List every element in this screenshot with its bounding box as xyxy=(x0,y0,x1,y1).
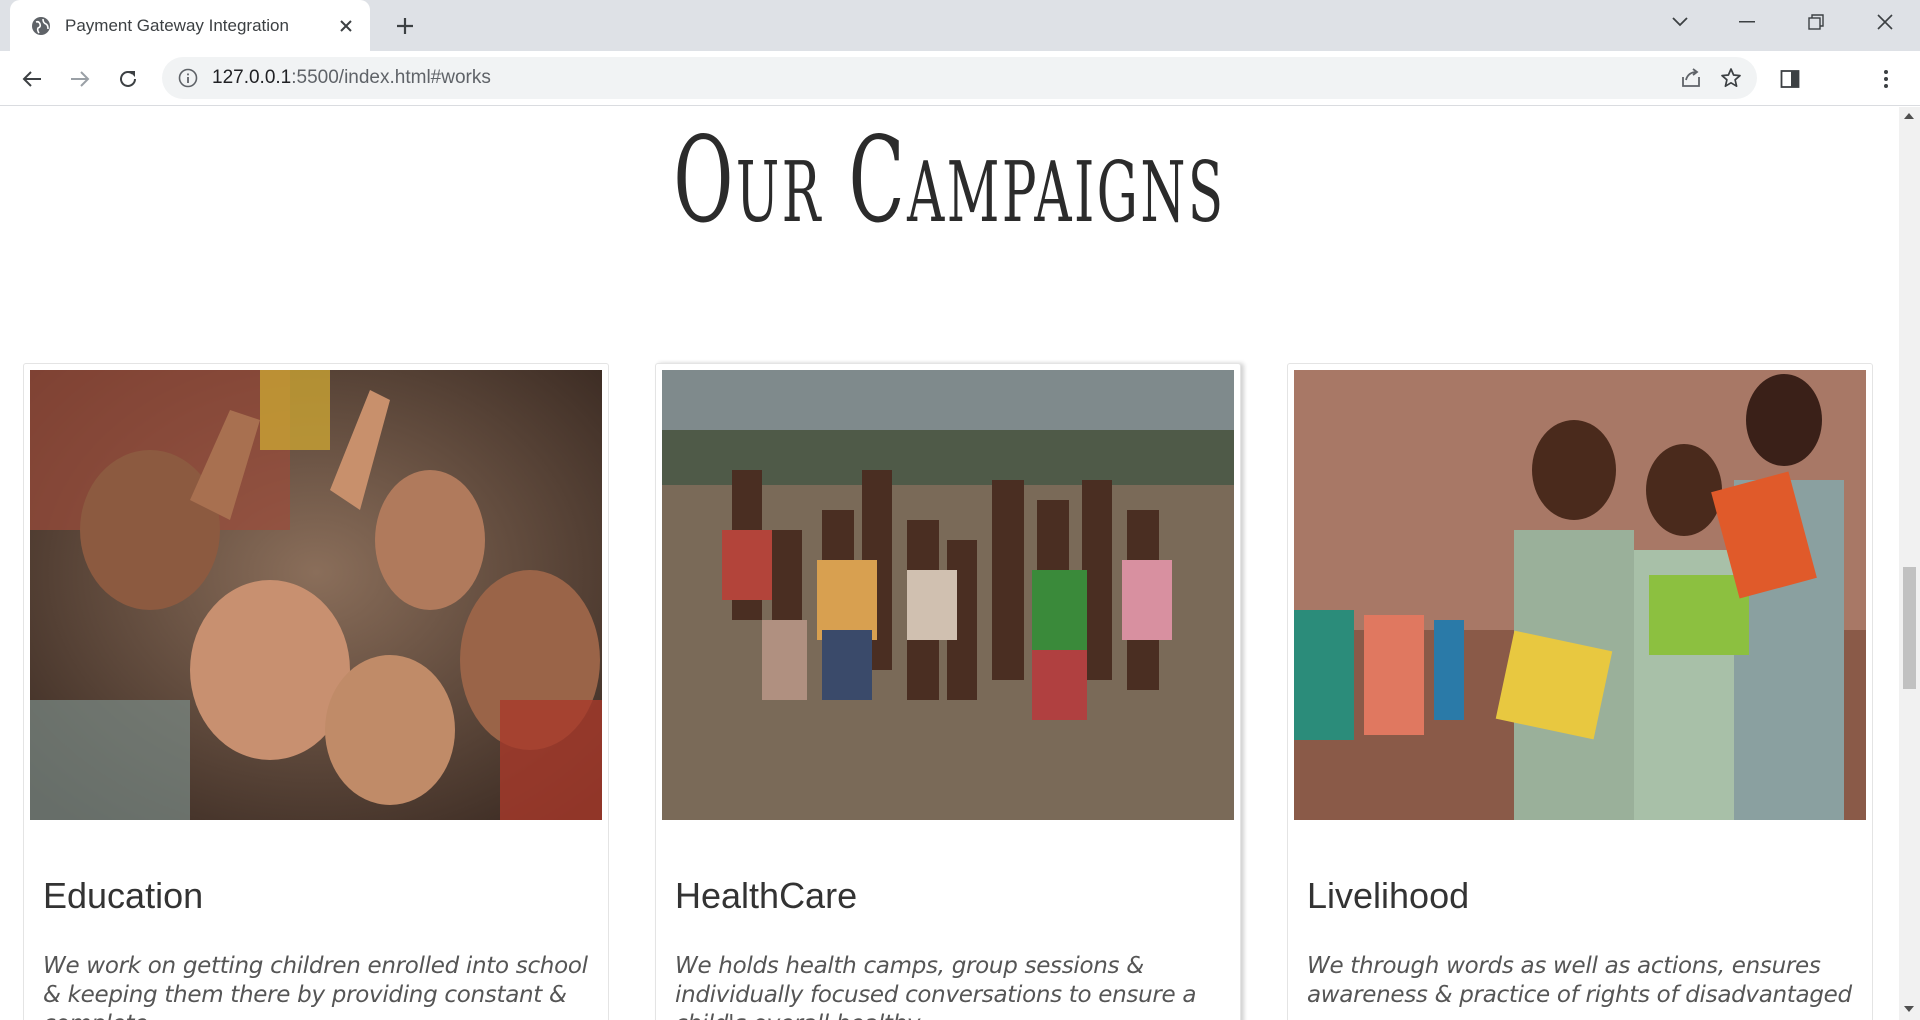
scroll-down-arrow-icon[interactable] xyxy=(1904,1006,1914,1012)
browser-tab[interactable]: Payment Gateway Integration xyxy=(10,0,370,51)
card-title: HealthCare xyxy=(675,875,858,916)
url-text: 127.0.0.1:5500/index.html#works xyxy=(212,67,491,88)
minimize-icon[interactable] xyxy=(1717,0,1777,44)
bookmark-star-icon[interactable] xyxy=(1711,58,1751,98)
globe-icon xyxy=(32,16,50,35)
tab-title: Payment Gateway Integration xyxy=(65,15,289,35)
side-panel-icon[interactable] xyxy=(1774,63,1806,95)
reload-icon[interactable] xyxy=(112,63,144,95)
browser-toolbar: 127.0.0.1:5500/index.html#works xyxy=(0,51,1920,106)
scrollbar-thumb[interactable] xyxy=(1903,567,1916,689)
campaign-image xyxy=(30,370,602,820)
page-scrollbar[interactable] xyxy=(1899,107,1920,1020)
card-title: Livelihood xyxy=(1307,875,1470,916)
card-description: We holds health camps, group sessions & … xyxy=(675,953,1197,1020)
site-info-icon[interactable] xyxy=(178,68,198,88)
forward-arrow-icon[interactable] xyxy=(64,63,96,95)
card-description: We work on getting children enrolled int… xyxy=(43,953,588,1020)
browser-tab-strip: Payment Gateway Integration xyxy=(0,0,1920,51)
back-arrow-icon[interactable] xyxy=(16,63,48,95)
close-window-icon[interactable] xyxy=(1855,0,1915,44)
page-viewport: Our Campaigns Education We work on getti… xyxy=(0,107,1899,1020)
kebab-menu-icon[interactable] xyxy=(1870,63,1902,95)
card-title: Education xyxy=(43,875,204,916)
campaign-card-livelihood[interactable]: Livelihood We through words as well as a… xyxy=(1287,363,1873,1020)
section-heading: Our Campaigns xyxy=(673,111,1226,249)
campaign-image xyxy=(662,370,1234,820)
campaign-card-healthcare[interactable]: HealthCare We holds health camps, group … xyxy=(655,363,1241,1020)
restore-icon[interactable] xyxy=(1786,0,1846,44)
campaign-card-education[interactable]: Education We work on getting children en… xyxy=(23,363,609,1020)
card-description: We through words as well as actions, ens… xyxy=(1307,953,1852,1008)
share-icon[interactable] xyxy=(1671,58,1711,98)
address-bar[interactable]: 127.0.0.1:5500/index.html#works xyxy=(162,57,1757,99)
campaign-image xyxy=(1294,370,1866,820)
new-tab-plus-icon[interactable] xyxy=(390,11,420,41)
tab-search-chevron-down-icon[interactable] xyxy=(1650,0,1710,44)
tab-close-icon[interactable] xyxy=(332,12,360,40)
scroll-up-arrow-icon[interactable] xyxy=(1904,113,1914,119)
